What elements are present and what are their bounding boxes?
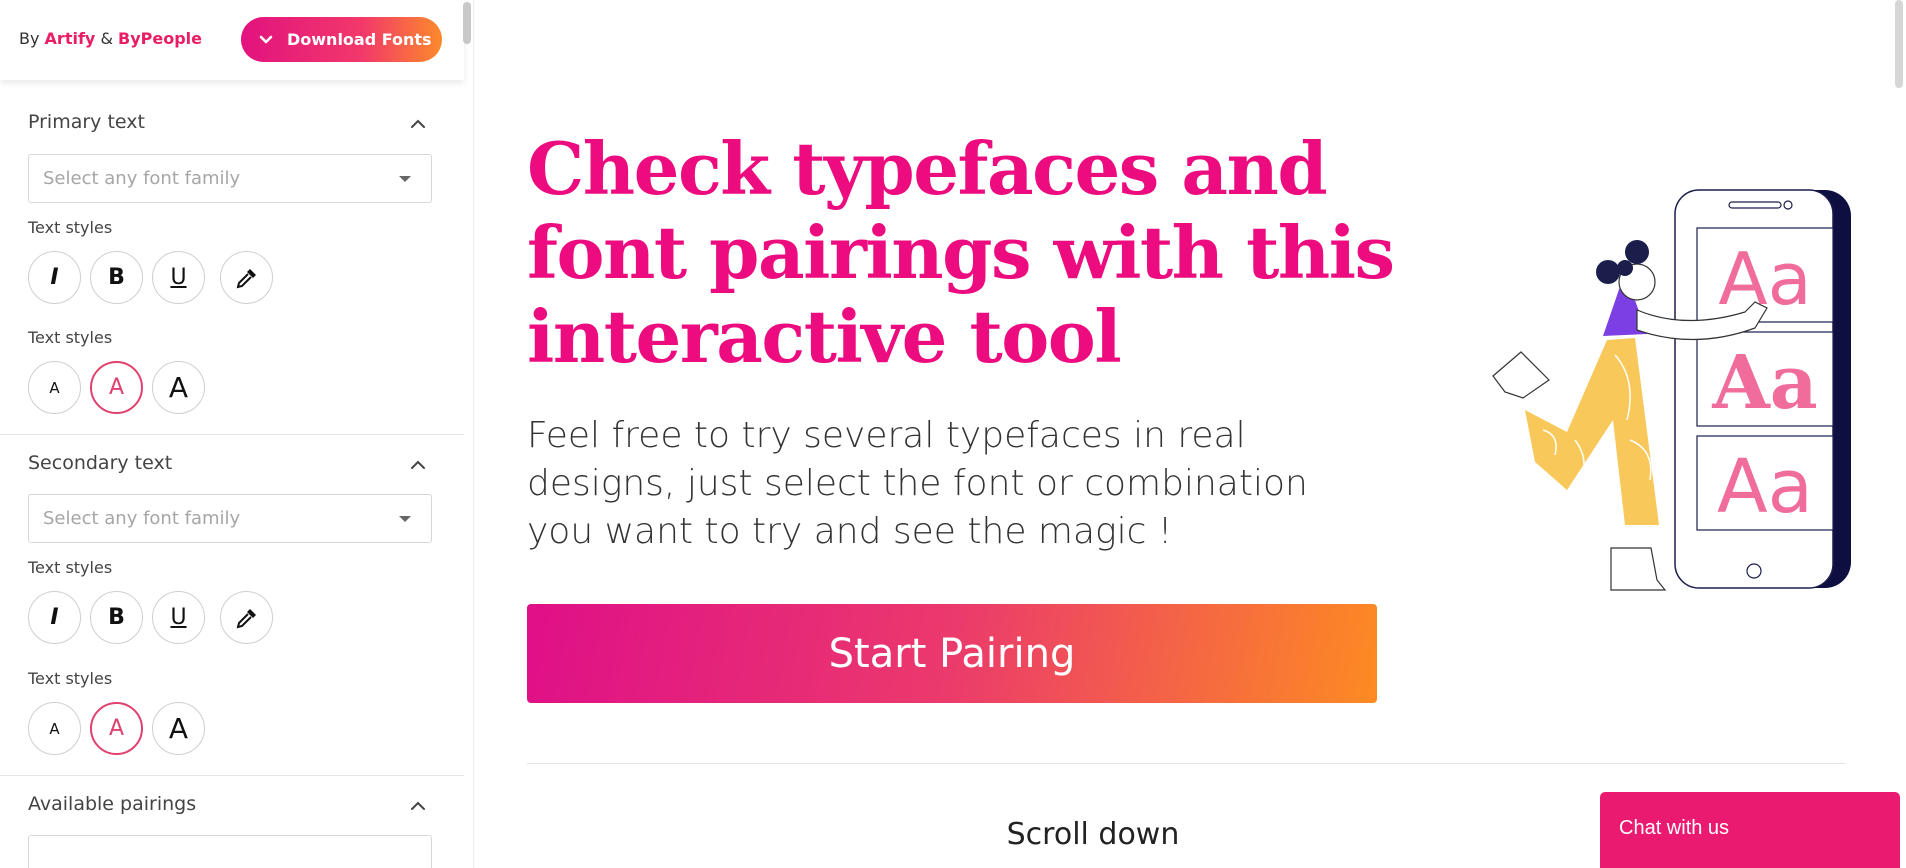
- primary-size-medium-button[interactable]: A: [90, 361, 143, 414]
- byline-prefix: By: [19, 29, 40, 48]
- secondary-font-select[interactable]: Select any font family: [28, 494, 432, 543]
- primary-underline-button[interactable]: U: [152, 251, 205, 304]
- shoe-right: [1610, 547, 1667, 591]
- bold-icon: B: [108, 265, 125, 290]
- primary-font-select[interactable]: Select any font family: [28, 154, 432, 203]
- secondary-bold-button[interactable]: B: [90, 591, 143, 644]
- primary-size-large-button[interactable]: A: [152, 361, 205, 414]
- size-large-label: A: [168, 712, 189, 745]
- size-small-label: A: [49, 378, 60, 397]
- underline-icon: U: [170, 605, 187, 630]
- primary-font-placeholder: Select any font family: [43, 168, 241, 189]
- secondary-italic-button[interactable]: I: [28, 591, 81, 644]
- bold-icon: B: [108, 605, 125, 630]
- content-divider: [527, 763, 1845, 764]
- section-divider: [0, 775, 464, 776]
- caret-down-icon: [399, 176, 411, 182]
- secondary-text-size-label: Text styles: [28, 669, 113, 688]
- byline-ampersand: &: [100, 29, 113, 48]
- caret-down-icon: [399, 516, 411, 522]
- chevron-up-icon[interactable]: [409, 797, 427, 815]
- primary-text-size-label: Text styles: [28, 328, 113, 347]
- shoe-left: [1492, 351, 1550, 399]
- pairings-select[interactable]: [28, 835, 432, 868]
- secondary-underline-button[interactable]: U: [152, 591, 205, 644]
- sidebar-scrollbar[interactable]: [463, 2, 471, 44]
- secondary-font-placeholder: Select any font family: [43, 508, 241, 529]
- hero-subtitle: Feel free to try several typefaces in re…: [527, 415, 1308, 552]
- underline-icon: U: [170, 265, 187, 290]
- sidebar: By Artify & ByPeople Download Fonts Prim…: [0, 0, 474, 868]
- secondary-text-title: Secondary text: [28, 452, 173, 474]
- eyedropper-icon: [236, 608, 256, 628]
- secondary-color-picker-button[interactable]: [220, 591, 273, 644]
- download-fonts-button[interactable]: Download Fonts: [241, 17, 442, 62]
- sample-aa-2: Aa: [1711, 340, 1817, 426]
- italic-icon: I: [50, 605, 59, 630]
- sidebar-header: By Artify & ByPeople Download Fonts: [0, 0, 464, 80]
- secondary-size-medium-button[interactable]: A: [90, 702, 143, 755]
- section-divider: [0, 434, 464, 435]
- chevron-down-icon: [259, 35, 273, 43]
- chat-with-us-button[interactable]: Chat with us: [1600, 792, 1900, 868]
- hair-bun-1: [1596, 260, 1620, 284]
- secondary-size-small-button[interactable]: A: [28, 702, 81, 755]
- main-content: Check typefaces and font pairings with t…: [475, 0, 1906, 868]
- byline: By Artify & ByPeople: [19, 29, 202, 48]
- primary-text-title: Primary text: [28, 111, 145, 133]
- primary-italic-button[interactable]: I: [28, 251, 81, 304]
- primary-text-styles-label: Text styles: [28, 218, 113, 237]
- chevron-up-icon[interactable]: [409, 456, 427, 474]
- hair: [1617, 260, 1633, 276]
- primary-size-small-button[interactable]: A: [28, 361, 81, 414]
- person-with-phone-illustration: Aa Aa Aa: [1492, 189, 1851, 591]
- primary-bold-button[interactable]: B: [90, 251, 143, 304]
- eyedropper-icon: [236, 268, 256, 288]
- size-medium-label: A: [108, 375, 125, 400]
- size-small-label: A: [49, 719, 60, 738]
- scroll-down-hint: Scroll down: [1006, 817, 1180, 852]
- download-fonts-label: Download Fonts: [287, 30, 432, 49]
- available-pairings-title: Available pairings: [28, 793, 197, 815]
- bypeople-link[interactable]: ByPeople: [118, 29, 202, 48]
- italic-icon: I: [50, 265, 59, 290]
- page-scrollbar[interactable]: [1895, 0, 1903, 88]
- chevron-up-icon[interactable]: [409, 115, 427, 133]
- hair-bun-2: [1625, 240, 1649, 264]
- start-pairing-button[interactable]: Start Pairing: [527, 604, 1377, 703]
- secondary-text-styles-label: Text styles: [28, 558, 113, 577]
- primary-color-picker-button[interactable]: [220, 251, 273, 304]
- artify-link[interactable]: Artify: [45, 29, 96, 48]
- hero-title: Check typefaces and font pairings with t…: [527, 126, 1395, 379]
- sample-aa-3: Aa: [1717, 444, 1813, 530]
- size-large-label: A: [168, 371, 189, 404]
- secondary-size-large-button[interactable]: A: [152, 702, 205, 755]
- size-medium-label: A: [108, 716, 125, 741]
